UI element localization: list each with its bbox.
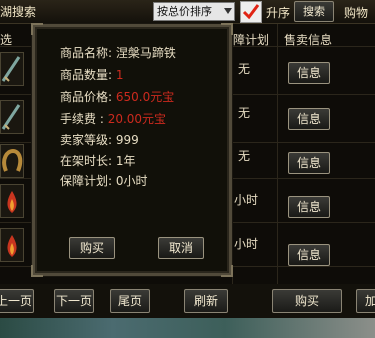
next-page-button[interactable]: 下一页 (54, 289, 94, 313)
last-page-button[interactable]: 尾页 (110, 289, 150, 313)
info-button[interactable]: 信息 (288, 152, 330, 174)
field-value: 650.0元宝 (115, 90, 175, 104)
ascending-checkbox[interactable] (240, 1, 262, 23)
item-icon-sword[interactable] (0, 52, 24, 86)
buy-button[interactable]: 购买 (272, 289, 342, 313)
field-label: 在架时长: (60, 154, 113, 168)
background-scenery (0, 318, 375, 338)
field-value: 1 (115, 68, 124, 82)
column-divider (232, 24, 233, 286)
field-label: 手续费 : (60, 112, 104, 126)
row-plan: 小时 (234, 237, 259, 251)
info-button[interactable]: 信息 (288, 108, 330, 130)
column-divider (277, 24, 278, 286)
field-label: 商品数量: (60, 68, 113, 82)
frame-corner (31, 265, 43, 277)
field-item-name: 商品名称: 涅槃马蹄铁 (60, 44, 176, 61)
field-label: 商品价格: (60, 90, 113, 104)
field-value: 涅槃马蹄铁 (115, 46, 176, 60)
frame-corner (31, 23, 43, 35)
field-quantity: 商品数量: 1 (60, 66, 124, 83)
field-listing-duration: 在架时长: 1年 (60, 152, 136, 169)
info-button[interactable]: 信息 (288, 244, 330, 266)
row-plan: 小时 (234, 193, 259, 207)
row-plan: 无 (238, 149, 251, 163)
field-fee: 手续费 : 20.00元宝 (60, 110, 166, 127)
confirm-buy-button[interactable]: 购买 (69, 237, 115, 259)
add-button[interactable]: 加 (356, 289, 375, 313)
item-icon-flame[interactable] (0, 228, 24, 262)
field-price: 商品价格: 650.0元宝 (60, 88, 174, 105)
item-icon-sword[interactable] (0, 100, 24, 134)
cancel-button[interactable]: 取消 (158, 237, 204, 259)
checkmark-icon (242, 4, 260, 20)
row-plan: 无 (238, 106, 251, 120)
item-icon-flame[interactable] (0, 184, 24, 218)
field-value: 999 (115, 133, 139, 147)
refresh-button[interactable]: 刷新 (184, 289, 228, 313)
field-label: 商品名称: (60, 46, 113, 60)
purchase-dialog: 商品名称: 涅槃马蹄铁 商品数量: 1 商品价格: 650.0元宝 手续费 : … (31, 23, 233, 277)
sort-select-value: 按总价排序 (157, 5, 212, 18)
frame-corner (221, 23, 233, 35)
field-guarantee-plan: 保障计划: 0小时 (60, 172, 148, 189)
item-icon-horseshoe[interactable] (0, 144, 24, 178)
row-plan: 无 (238, 62, 251, 76)
field-label: 卖家等级: (60, 133, 113, 147)
search-title: 湖搜索 (0, 5, 37, 19)
tab-buy[interactable]: 购物 (344, 4, 368, 21)
field-seller-level: 卖家等级: 999 (60, 131, 139, 148)
field-label: 保障计划: (60, 174, 113, 188)
field-value: 0小时 (115, 174, 148, 188)
info-button[interactable]: 信息 (288, 62, 330, 84)
field-value: 20.00元宝 (107, 112, 167, 126)
prev-page-button[interactable]: 上一页 (0, 289, 34, 313)
frame-corner (221, 265, 233, 277)
top-bar: 湖搜索 按总价排序 升序 搜索 购物 (0, 0, 375, 24)
sort-select[interactable]: 按总价排序 (153, 2, 235, 21)
ascending-label: 升序 (266, 6, 291, 20)
field-value: 1年 (115, 154, 136, 168)
search-button[interactable]: 搜索 (294, 1, 334, 22)
chevron-down-icon (224, 8, 232, 14)
info-button[interactable]: 信息 (288, 196, 330, 218)
